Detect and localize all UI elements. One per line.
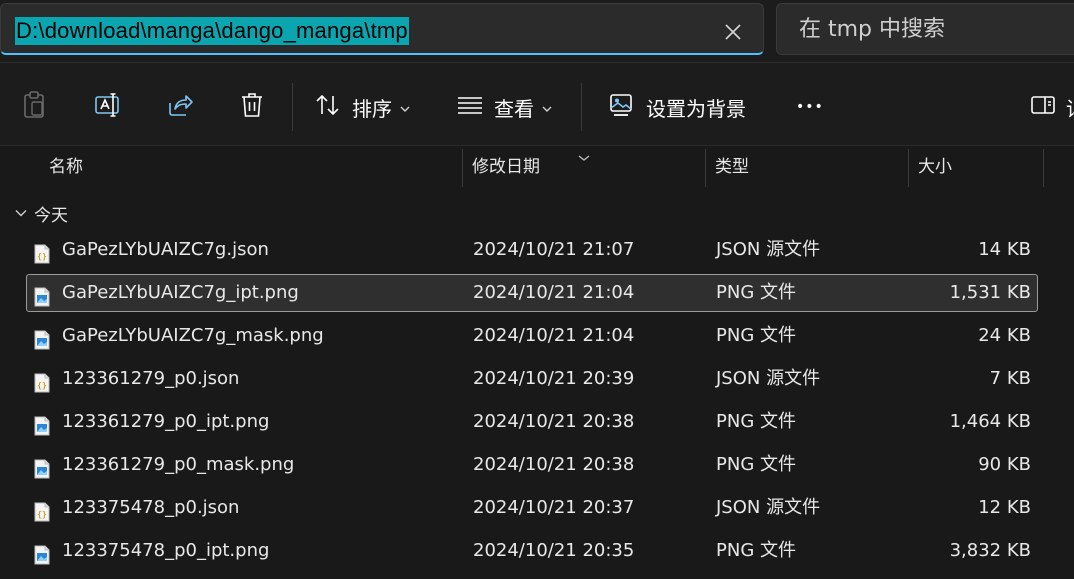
file-size: 14 KB xyxy=(978,239,1031,260)
file-size: 7 KB xyxy=(989,368,1031,389)
file-row[interactable]: {} 123375478_p0.json 2024/10/21 20:37 JSON … xyxy=(26,489,1038,527)
file-type: JSON 源文件 xyxy=(716,239,821,260)
toolbar-divider xyxy=(581,83,582,131)
json-file-icon: {} xyxy=(34,499,50,522)
column-divider[interactable] xyxy=(908,149,909,187)
column-header-name[interactable]: 名称 xyxy=(49,147,83,187)
sort-descending-icon xyxy=(577,147,591,166)
file-date: 2024/10/21 21:04 xyxy=(473,325,635,346)
share-icon xyxy=(166,92,194,122)
column-header-size[interactable]: 大小 xyxy=(918,147,952,187)
rename-icon xyxy=(94,92,122,122)
address-input[interactable]: D:\download\manga\dango_manga\tmp xyxy=(0,3,764,55)
group-header-today[interactable]: 今天 xyxy=(14,198,68,228)
svg-text:{}: {} xyxy=(37,510,47,519)
file-row[interactable]: GaPezLYbUAIZC7g_ipt.png 2024/10/21 21:04 P… xyxy=(26,274,1038,312)
chevron-down-icon xyxy=(542,98,552,117)
svg-text:{}: {} xyxy=(37,381,47,390)
list-view-icon xyxy=(456,94,484,120)
file-row[interactable]: 123361279_p0_ipt.png 2024/10/21 20:38 PNG … xyxy=(26,403,1038,441)
chevron-down-icon xyxy=(400,98,410,117)
wallpaper-icon xyxy=(608,92,636,122)
sort-button[interactable]: 排序 xyxy=(314,85,410,129)
file-date: 2024/10/21 20:39 xyxy=(473,368,635,389)
file-name: 123375478_p0.json xyxy=(62,497,240,518)
file-type: PNG 文件 xyxy=(716,325,796,346)
file-date: 2024/10/21 20:38 xyxy=(473,454,635,475)
view-label: 查看 xyxy=(494,96,534,121)
file-name: 123361279_p0_mask.png xyxy=(62,454,295,475)
file-row[interactable]: {} 123361279_p0.json 2024/10/21 20:39 JSON … xyxy=(26,360,1038,398)
file-row[interactable]: GaPezLYbUAIZC7g_mask.png 2024/10/21 21:04… xyxy=(26,317,1038,355)
details-pane-label: 详 xyxy=(1066,93,1074,122)
trash-icon xyxy=(239,91,265,123)
file-size: 1,464 KB xyxy=(949,411,1031,432)
more-options-icon: ••• xyxy=(796,99,824,115)
file-type: JSON 源文件 xyxy=(716,497,821,518)
file-name: 123361279_p0.json xyxy=(62,368,240,389)
file-row[interactable]: {} GaPezLYbUAIZC7g.json 2024/10/21 21:07 JS… xyxy=(26,231,1038,269)
file-name: GaPezLYbUAIZC7g.json xyxy=(62,239,269,260)
address-path-text[interactable]: D:\download\manga\dango_manga\tmp xyxy=(15,17,409,45)
file-name: 123361279_p0_ipt.png xyxy=(62,411,270,432)
column-divider[interactable] xyxy=(1043,149,1044,187)
delete-button[interactable] xyxy=(239,85,265,129)
file-type: PNG 文件 xyxy=(716,282,796,303)
json-file-icon: {} xyxy=(34,241,50,264)
file-size: 3,832 KB xyxy=(949,540,1031,561)
file-size: 24 KB xyxy=(978,325,1031,346)
file-date: 2024/10/21 21:07 xyxy=(473,239,635,260)
png-file-icon xyxy=(34,456,50,479)
file-row[interactable]: 123375478_p0_ipt.png 2024/10/21 20:35 PNG … xyxy=(26,532,1038,570)
clipboard-icon xyxy=(22,91,48,123)
set-as-background-label: 设置为背景 xyxy=(646,96,746,121)
rename-button[interactable] xyxy=(94,85,122,129)
column-divider[interactable] xyxy=(462,149,463,187)
png-file-icon xyxy=(34,284,50,307)
json-file-icon: {} xyxy=(34,370,50,393)
file-type: PNG 文件 xyxy=(716,540,796,561)
share-button[interactable] xyxy=(166,85,194,129)
file-type: PNG 文件 xyxy=(716,454,796,475)
clear-icon[interactable] xyxy=(717,16,749,48)
search-input[interactable]: 在 tmp 中搜索 xyxy=(776,3,1074,55)
file-date: 2024/10/21 20:35 xyxy=(473,540,635,561)
more-options-button[interactable]: ••• xyxy=(796,85,824,129)
file-size: 1,531 KB xyxy=(949,282,1031,303)
file-size: 12 KB xyxy=(978,497,1031,518)
file-date: 2024/10/21 21:04 xyxy=(473,282,635,303)
chevron-down-icon xyxy=(14,203,28,223)
details-pane-icon xyxy=(1030,94,1056,120)
sort-icon xyxy=(314,92,342,122)
file-name: GaPezLYbUAIZC7g_ipt.png xyxy=(62,282,299,303)
column-header-date[interactable]: 修改日期 xyxy=(472,147,540,187)
svg-text:{}: {} xyxy=(37,252,47,261)
file-type: JSON 源文件 xyxy=(716,368,821,389)
sort-label: 排序 xyxy=(352,96,392,121)
toolbar-divider xyxy=(292,83,293,131)
command-bar: 排序 查看 设置为背景 ••• 详 xyxy=(0,62,1074,146)
column-header-type[interactable]: 类型 xyxy=(715,147,749,187)
address-bar-row: D:\download\manga\dango_manga\tmp 在 tmp … xyxy=(0,0,1074,62)
paste-button[interactable] xyxy=(22,85,48,129)
file-date: 2024/10/21 20:38 xyxy=(473,411,635,432)
file-date: 2024/10/21 20:37 xyxy=(473,497,635,518)
column-header-row: 名称 修改日期 类型 大小 xyxy=(0,147,1074,189)
file-type: PNG 文件 xyxy=(716,411,796,432)
file-size: 90 KB xyxy=(978,454,1031,475)
details-pane-button[interactable]: 详 xyxy=(1030,85,1074,129)
png-file-icon xyxy=(34,327,50,350)
file-name: 123375478_p0_ipt.png xyxy=(62,540,270,561)
png-file-icon xyxy=(34,542,50,565)
png-file-icon xyxy=(34,413,50,436)
column-divider[interactable] xyxy=(705,149,706,187)
set-as-background-button[interactable]: 设置为背景 xyxy=(608,85,746,129)
group-label: 今天 xyxy=(34,205,68,226)
file-name: GaPezLYbUAIZC7g_mask.png xyxy=(62,325,324,346)
view-button[interactable]: 查看 xyxy=(456,85,552,129)
search-placeholder: 在 tmp 中搜索 xyxy=(799,17,946,42)
file-row[interactable]: 123361279_p0_mask.png 2024/10/21 20:38 PNG… xyxy=(26,446,1038,484)
